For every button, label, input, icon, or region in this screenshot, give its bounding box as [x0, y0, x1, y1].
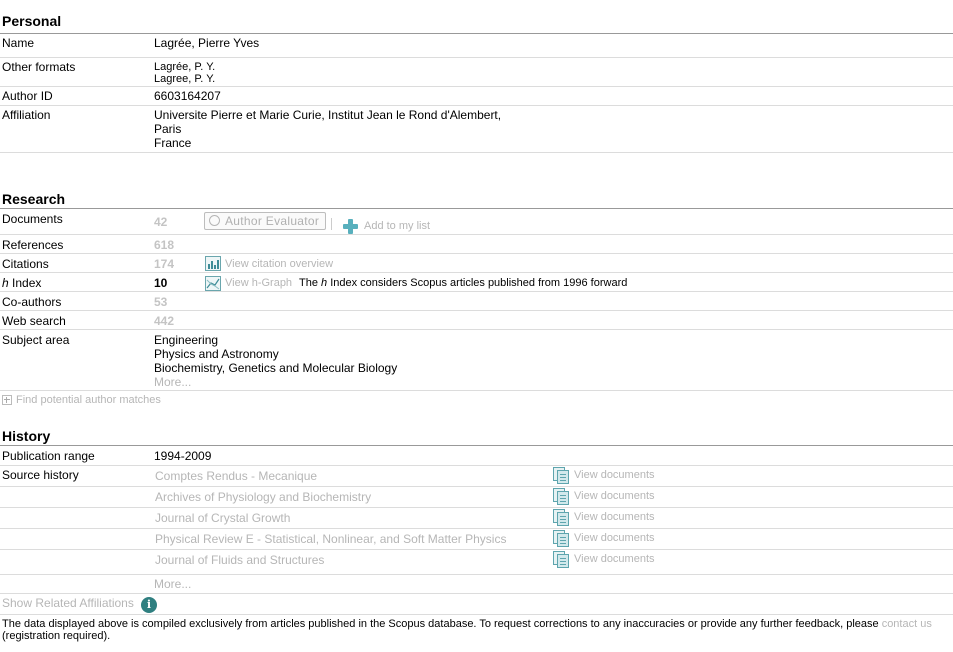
find-author-matches-link[interactable]: Find potential author matches	[16, 394, 161, 406]
name-label: Name	[2, 36, 35, 50]
source-name-link[interactable]: Archives of Physiology and Biochemistry	[155, 490, 371, 504]
info-icon[interactable]: i	[141, 597, 157, 613]
references-count-link[interactable]: 618	[154, 238, 174, 252]
row-separator	[0, 329, 953, 330]
show-related-affiliations-link[interactable]: Show Related Affiliations	[2, 596, 134, 610]
publication-range-label: Publication range	[2, 449, 95, 463]
view-documents-link[interactable]: View documents	[574, 469, 655, 481]
subject-area-item: Physics and Astronomy	[154, 347, 279, 361]
section-rule	[0, 33, 953, 34]
references-label: References	[2, 238, 64, 252]
other-format-1: Lagrée, P. Y.	[154, 61, 216, 73]
add-to-list-link[interactable]: Add to my list	[364, 220, 430, 232]
row-separator	[0, 549, 953, 550]
expand-plus-icon[interactable]	[2, 395, 12, 405]
h-index-value: 10	[154, 276, 168, 290]
view-documents-icon[interactable]	[553, 551, 569, 568]
other-format-2: Lagree, P. Y.	[154, 73, 216, 85]
row-separator	[0, 57, 953, 58]
separator-bar	[331, 218, 332, 230]
affiliation-line-3: France	[154, 136, 192, 150]
view-citation-overview-link[interactable]: View citation overview	[225, 258, 333, 270]
view-documents-link[interactable]: View documents	[574, 511, 655, 523]
view-documents-link[interactable]: View documents	[574, 553, 655, 565]
affiliation-value: Universite Pierre et Marie Curie, Instit…	[154, 108, 501, 150]
row-separator	[0, 253, 953, 254]
subject-area-list: Engineering Physics and Astronomy Bioche…	[154, 333, 397, 375]
row-separator	[0, 390, 953, 391]
documents-label: Documents	[2, 212, 63, 226]
source-name-link[interactable]: Journal of Crystal Growth	[155, 511, 290, 525]
source-name-link[interactable]: Comptes Rendus - Mecanique	[155, 469, 317, 483]
view-documents-icon[interactable]	[553, 509, 569, 526]
row-separator	[0, 574, 953, 575]
row-separator	[0, 593, 953, 594]
affiliation-label: Affiliation	[2, 108, 51, 122]
publication-range-value: 1994-2009	[154, 449, 212, 463]
source-history-label: Source history	[2, 468, 79, 482]
row-separator	[0, 234, 953, 235]
author-evaluator-icon	[209, 215, 220, 226]
research-section-title: Research	[2, 191, 66, 207]
subject-area-item: Engineering	[154, 333, 219, 347]
other-formats-label: Other formats	[2, 60, 76, 74]
row-separator	[0, 291, 953, 292]
add-plus-icon[interactable]	[343, 219, 358, 234]
view-h-graph-link[interactable]: View h-Graph	[225, 277, 292, 289]
row-separator	[0, 86, 953, 87]
row-separator	[0, 105, 953, 106]
row-separator	[0, 614, 953, 615]
web-search-count-link[interactable]: 442	[154, 314, 174, 328]
view-documents-icon[interactable]	[553, 467, 569, 484]
affiliation-line-2: Paris	[154, 122, 182, 136]
view-documents-link[interactable]: View documents	[574, 532, 655, 544]
documents-count-link[interactable]: 42	[154, 215, 167, 229]
source-name-link[interactable]: Physical Review E - Statistical, Nonline…	[155, 532, 506, 546]
subject-more-link[interactable]: More...	[154, 375, 191, 389]
citations-label: Citations	[2, 257, 49, 271]
section-rule	[0, 445, 953, 446]
h-index-note: The h Index considers Scopus articles pu…	[299, 277, 628, 289]
h-graph-icon[interactable]	[205, 276, 221, 291]
view-documents-icon[interactable]	[553, 488, 569, 505]
subject-area-item: Biochemistry, Genetics and Molecular Bio…	[154, 361, 398, 375]
view-documents-icon[interactable]	[553, 530, 569, 547]
row-separator	[0, 272, 953, 273]
row-separator	[0, 152, 953, 153]
citation-chart-icon[interactable]	[205, 256, 221, 271]
footer-disclaimer: The data displayed above is compiled exc…	[2, 618, 932, 642]
history-section-title: History	[2, 428, 51, 444]
author-id-label: Author ID	[2, 89, 53, 103]
personal-section-title: Personal	[2, 13, 62, 29]
affiliation-line-1: Universite Pierre et Marie Curie, Instit…	[154, 108, 502, 122]
subject-area-label: Subject area	[2, 333, 70, 347]
other-formats-value: Lagrée, P. Y. Lagree, P. Y.	[154, 61, 215, 85]
source-name-link[interactable]: Journal of Fluids and Structures	[155, 553, 324, 567]
row-separator	[0, 507, 953, 508]
h-index-label: h Index	[2, 276, 42, 290]
coauthors-count-link[interactable]: 53	[154, 295, 167, 309]
section-rule	[0, 208, 953, 209]
row-separator	[0, 465, 953, 466]
author-evaluator-button[interactable]: Author Evaluator	[204, 212, 326, 230]
row-separator	[0, 528, 953, 529]
name-value: Lagrée, Pierre Yves	[154, 36, 260, 50]
web-search-label: Web search	[2, 314, 66, 328]
row-separator	[0, 310, 953, 311]
sources-more-link[interactable]: More...	[154, 577, 191, 591]
author-id-value: 6603164207	[154, 89, 221, 103]
row-separator	[0, 486, 953, 487]
contact-us-link[interactable]: contact us	[882, 618, 932, 630]
view-documents-link[interactable]: View documents	[574, 490, 655, 502]
citations-count-link[interactable]: 174	[154, 257, 174, 271]
coauthors-label: Co-authors	[2, 295, 62, 309]
